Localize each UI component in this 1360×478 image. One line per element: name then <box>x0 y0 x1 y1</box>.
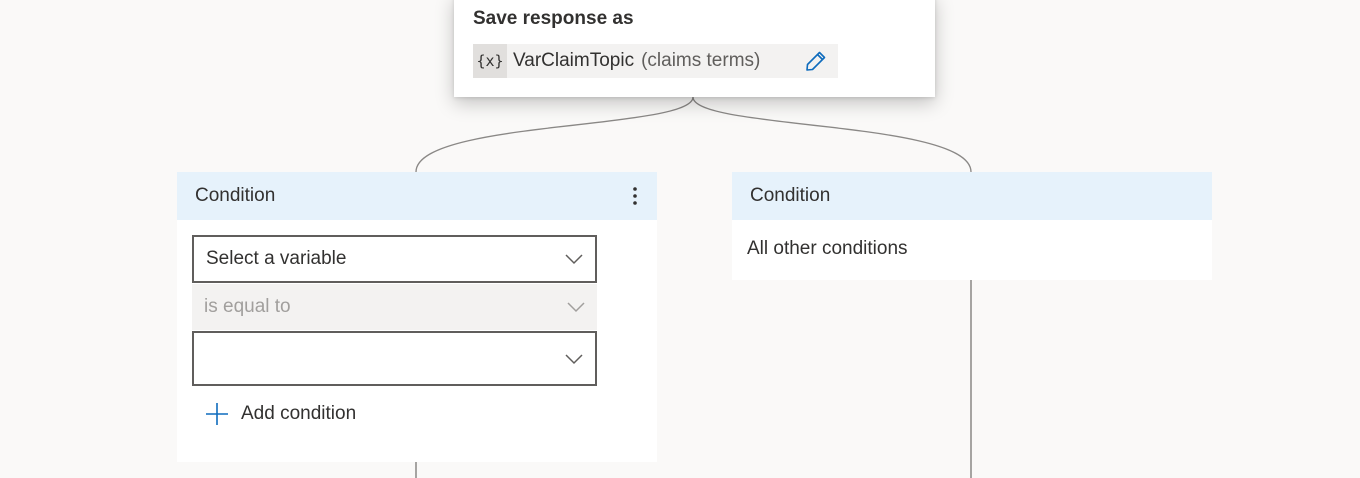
condition-card-1: Condition Select a variable is equal to … <box>177 172 657 462</box>
operator-select-dropdown: is equal to <box>192 284 597 330</box>
variable-description: (claims terms) <box>641 50 761 71</box>
condition-header: Condition <box>732 172 1212 220</box>
add-condition-button[interactable]: Add condition <box>205 402 356 426</box>
variable-select-value: Select a variable <box>206 248 347 269</box>
variable-select-dropdown[interactable]: Select a variable <box>192 235 597 283</box>
condition-card-2: Condition All other conditions <box>732 172 1212 280</box>
connector-right-branch <box>692 96 972 173</box>
connector-left-branch <box>415 96 694 173</box>
operator-select-value: is equal to <box>204 296 291 317</box>
condition-title: Condition <box>750 185 831 206</box>
question-node-card: Save response as {x} VarClaimTopic (clai… <box>454 0 935 97</box>
chevron-down-icon <box>567 302 585 313</box>
chevron-down-icon <box>565 254 583 265</box>
variable-name: VarClaimTopic <box>513 50 635 71</box>
plus-icon <box>206 403 228 425</box>
value-select-dropdown[interactable] <box>192 331 597 386</box>
save-response-title: Save response as <box>473 8 634 29</box>
all-other-conditions-text: All other conditions <box>747 238 908 259</box>
chevron-down-icon <box>565 353 583 364</box>
variable-icon: {x} <box>473 44 507 78</box>
add-condition-label: Add condition <box>241 403 357 424</box>
variable-pill[interactable]: {x} VarClaimTopic (claims terms) <box>473 44 838 78</box>
condition-title: Condition <box>195 185 276 206</box>
pencil-icon[interactable] <box>804 49 828 73</box>
more-options-icon[interactable] <box>627 184 643 208</box>
condition-header: Condition <box>177 172 657 220</box>
